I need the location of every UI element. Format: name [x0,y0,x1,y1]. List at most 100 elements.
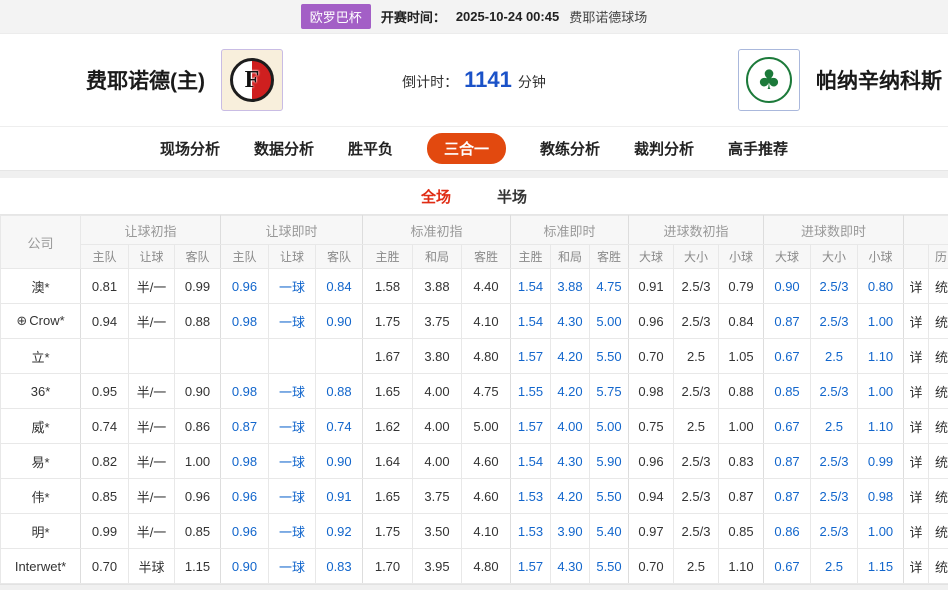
start-time-value: 2025-10-24 00:45 [456,9,559,24]
standard-live-cell: 5.50 [590,549,629,584]
subcol-header: 主胜 [363,245,413,269]
detail-link[interactable]: 详 [904,409,929,444]
standard-initial-cell: 1.65 [363,374,413,409]
company-cell: Interwet* [1,549,81,584]
handicap-live-cell: 0.96 [221,514,269,549]
goals-initial-cell: 2.5 [674,339,719,374]
handicap-live-cell: 0.90 [316,444,363,479]
standard-initial-cell: 4.60 [462,479,511,514]
standard-initial-cell: 3.80 [413,339,462,374]
start-time-label: 开赛时间： [381,7,446,26]
standard-live-cell: 4.20 [551,374,590,409]
tab-win-draw-loss[interactable]: 胜平负 [348,138,393,159]
detail-link[interactable]: 详 [904,339,929,374]
standard-live-cell: 5.00 [590,409,629,444]
tab-coach-analysis[interactable]: 教练分析 [540,138,600,159]
countdown-minutes: 1141 [464,67,512,93]
handicap-initial-cell: 0.85 [175,514,221,549]
handicap-live-cell: 一球 [269,269,316,304]
detail-link[interactable]: 详 [904,444,929,479]
table-row: 立*1.673.804.801.574.205.500.702.51.050.6… [1,339,948,374]
group-handicap-initial: 让球初指 [81,216,221,245]
standard-live-cell: 5.40 [590,514,629,549]
company-cell: 立* [1,339,81,374]
company-cell: 易* [1,444,81,479]
company-cell: ⊕Crow* [1,304,81,339]
stats-link[interactable]: 统 [929,549,948,584]
stats-link[interactable]: 统 [929,514,948,549]
standard-initial-cell: 4.00 [413,374,462,409]
table-row: 澳*0.81半/一0.990.96一球0.841.583.884.401.543… [1,269,948,304]
subtab-full-time[interactable]: 全场 [421,186,451,207]
away-team-logo: ♣ [738,49,800,111]
subcol-header: 小球 [719,245,764,269]
detail-link[interactable]: 详 [904,269,929,304]
stats-link[interactable]: 统 [929,339,948,374]
goals-initial-cell: 0.84 [719,304,764,339]
handicap-initial-cell: 半/一 [129,444,175,479]
detail-link[interactable]: 详 [904,374,929,409]
standard-live-cell: 1.53 [511,514,551,549]
subtab-half-time[interactable]: 半场 [497,186,527,207]
stats-link[interactable]: 统 [929,269,948,304]
subcol-header: 小球 [858,245,904,269]
handicap-initial-cell [129,339,175,374]
handicap-initial-cell: 0.81 [81,269,129,304]
away-team-block: ♣ 帕纳辛纳科斯 [738,49,942,111]
stats-link[interactable]: 统 [929,304,948,339]
standard-initial-cell: 4.10 [462,514,511,549]
group-goals-initial: 进球数初指 [629,216,764,245]
goals-live-cell: 0.99 [858,444,904,479]
subcol-header: 大球 [764,245,811,269]
standard-initial-cell: 4.10 [462,304,511,339]
tab-live-analysis[interactable]: 现场分析 [160,138,220,159]
stats-link[interactable]: 统 [929,409,948,444]
company-cell: 威* [1,409,81,444]
standard-live-cell: 1.54 [511,304,551,339]
stats-link[interactable]: 统 [929,444,948,479]
detail-link[interactable]: 详 [904,514,929,549]
handicap-live-cell: 一球 [269,549,316,584]
table-row: 伟*0.85半/一0.960.96一球0.911.653.754.601.534… [1,479,948,514]
company-name: 威* [31,420,49,435]
standard-live-cell: 5.50 [590,479,629,514]
handicap-initial-cell: 半/一 [129,479,175,514]
goals-initial-cell: 0.70 [629,549,674,584]
tab-referee-analysis[interactable]: 裁判分析 [634,138,694,159]
detail-link[interactable]: 详 [904,549,929,584]
goals-live-cell: 0.67 [764,549,811,584]
detail-link[interactable]: 详 [904,304,929,339]
home-team-block: 费耶诺德(主) F [86,49,283,111]
tab-data-analysis[interactable]: 数据分析 [254,138,314,159]
panathinaikos-crest-icon: ♣ [746,57,792,103]
company-name: 明* [31,525,49,540]
standard-initial-cell: 3.75 [413,304,462,339]
goals-live-cell: 1.10 [858,409,904,444]
goals-initial-cell: 0.75 [629,409,674,444]
goals-live-cell: 2.5 [811,339,858,374]
subcol-header: 主胜 [511,245,551,269]
venue-name: 费耶诺德球场 [569,7,647,26]
tab-expert-picks[interactable]: 高手推荐 [728,138,788,159]
table-row: 易*0.82半/一1.000.98一球0.901.644.004.601.544… [1,444,948,479]
standard-initial-cell: 1.58 [363,269,413,304]
subcol-header: 主队 [221,245,269,269]
goals-initial-cell: 0.79 [719,269,764,304]
company-name: Crow* [29,313,64,328]
odds-table-wrap: 公司 让球初指 让球即时 标准初指 标准即时 进球数初指 进球数即时 主队 让球… [0,214,948,584]
table-row: ⊕Crow*0.94半/一0.880.98一球0.901.753.754.101… [1,304,948,339]
tab-three-in-one[interactable]: 三合一 [427,133,506,164]
league-badge[interactable]: 欧罗巴杯 [301,4,371,29]
handicap-live-cell: 一球 [269,514,316,549]
stats-link[interactable]: 统 [929,479,948,514]
detail-link[interactable]: 详 [904,479,929,514]
handicap-live-cell: 一球 [269,444,316,479]
stats-link[interactable]: 统 [929,374,948,409]
standard-live-cell: 5.90 [590,444,629,479]
standard-live-cell: 1.57 [511,409,551,444]
handicap-initial-cell: 0.99 [175,269,221,304]
handicap-initial-cell: 半/一 [129,269,175,304]
standard-initial-cell: 4.00 [413,444,462,479]
subcol-header: 客队 [316,245,363,269]
goals-live-cell: 2.5/3 [811,514,858,549]
